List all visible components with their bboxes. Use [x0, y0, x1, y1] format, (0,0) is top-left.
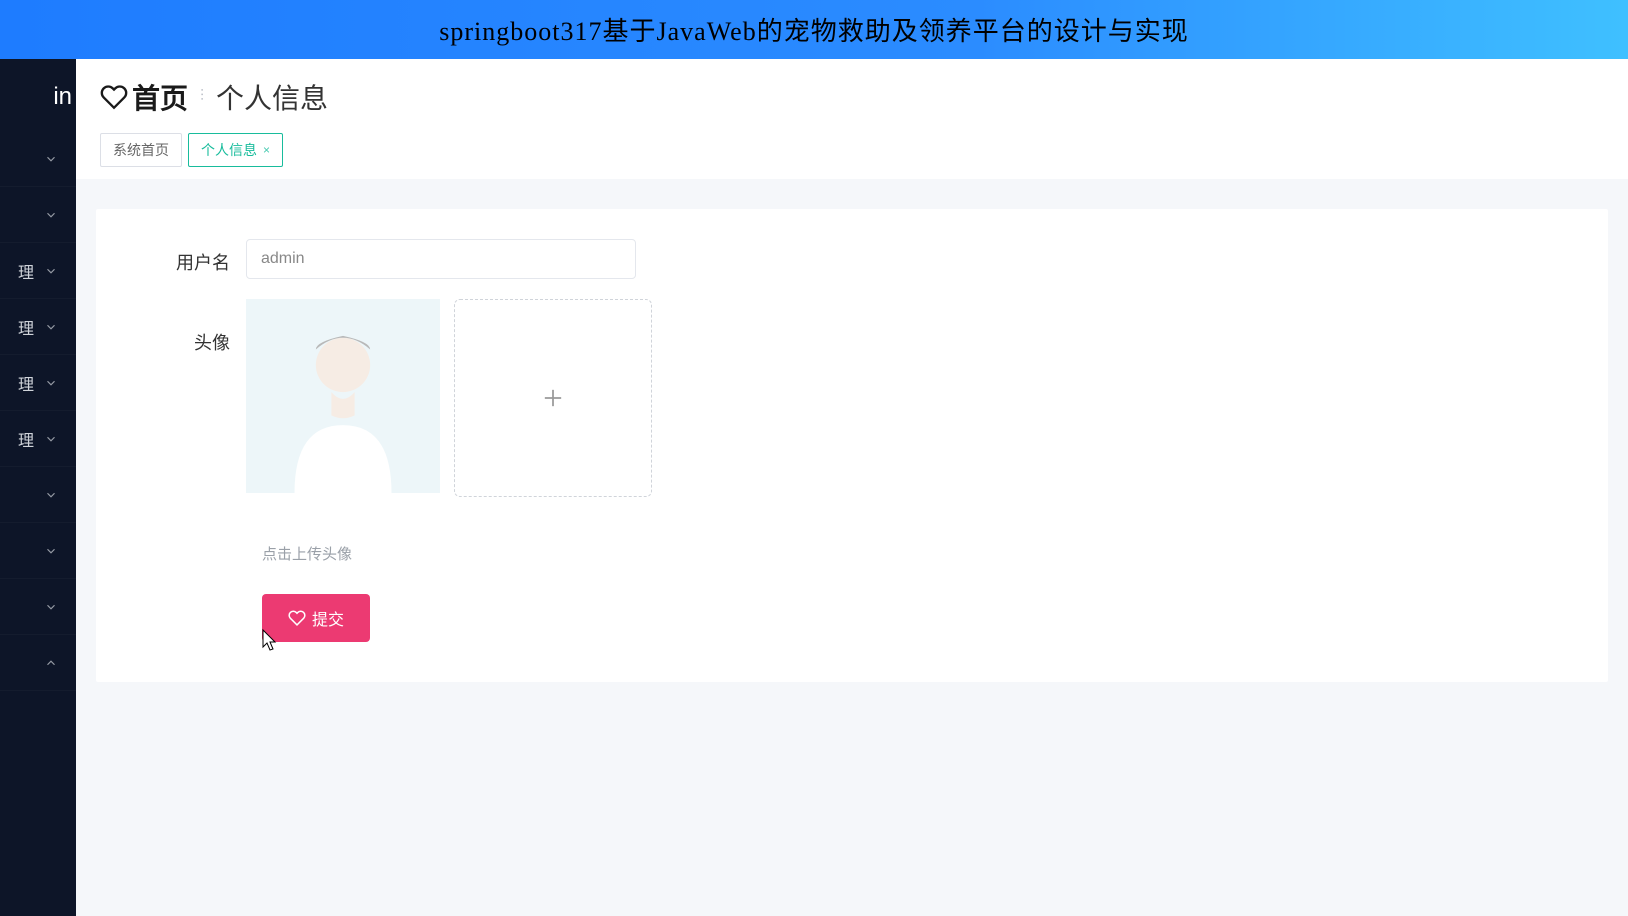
- tabs: 系统首页 个人信息 ×: [100, 133, 1604, 167]
- chevron-down-icon: [44, 488, 58, 502]
- form-row-avatar: 头像: [146, 299, 1558, 497]
- avatar-upload-box[interactable]: [454, 299, 652, 497]
- sidebar-brand: in: [0, 59, 76, 131]
- chevron-down-icon: [44, 152, 58, 166]
- sidebar-item-2[interactable]: 理: [0, 243, 76, 299]
- main-header: 首页 ⫶ 个人信息 系统首页 个人信息 ×: [76, 59, 1628, 179]
- chevron-down-icon: [44, 320, 58, 334]
- avatar-preview[interactable]: [246, 299, 440, 493]
- heart-icon: [288, 609, 306, 627]
- chevron-down-icon: [44, 544, 58, 558]
- username-input[interactable]: [246, 239, 636, 279]
- banner-title: springboot317基于JavaWeb的宠物救助及领养平台的设计与实现: [439, 11, 1188, 48]
- content-area: 用户名 头像: [76, 179, 1628, 916]
- avatar-placeholder-icon: [246, 299, 440, 493]
- sidebar-item-label: 理: [18, 427, 34, 451]
- avatar-label: 头像: [146, 299, 246, 355]
- sidebar-brand-text: in: [53, 83, 72, 110]
- sidebar-item-label: 理: [18, 371, 34, 395]
- tab-label: 系统首页: [113, 140, 169, 160]
- breadcrumb-home[interactable]: 首页: [100, 77, 188, 117]
- breadcrumb-current: 个人信息: [216, 77, 328, 117]
- heart-icon: [100, 83, 128, 111]
- sidebar-item-3[interactable]: 理: [0, 299, 76, 355]
- submit-button-label: 提交: [312, 606, 344, 630]
- upload-hint: 点击上传头像: [262, 543, 1558, 564]
- chevron-up-icon: [44, 656, 58, 670]
- breadcrumb: 首页 ⫶ 个人信息: [100, 77, 1604, 117]
- tab-label: 个人信息: [201, 140, 257, 160]
- sidebar: in 理理理理: [0, 59, 76, 916]
- sidebar-item-8[interactable]: [0, 579, 76, 635]
- plus-icon: [539, 384, 567, 412]
- app-banner: springboot317基于JavaWeb的宠物救助及领养平台的设计与实现: [0, 0, 1628, 59]
- sidebar-item-label: 理: [18, 315, 34, 339]
- tab-0[interactable]: 系统首页: [100, 133, 182, 167]
- form-card: 用户名 头像: [96, 209, 1608, 682]
- sidebar-item-1[interactable]: [0, 187, 76, 243]
- form-row-username: 用户名: [146, 239, 1558, 279]
- sidebar-item-4[interactable]: 理: [0, 355, 76, 411]
- chevron-down-icon: [44, 432, 58, 446]
- chevron-down-icon: [44, 376, 58, 390]
- chevron-down-icon: [44, 600, 58, 614]
- sidebar-item-7[interactable]: [0, 523, 76, 579]
- sidebar-item-0[interactable]: [0, 131, 76, 187]
- sidebar-menu: 理理理理: [0, 131, 76, 916]
- main-content: 首页 ⫶ 个人信息 系统首页 个人信息 × 用户名 头像: [76, 59, 1628, 916]
- close-icon[interactable]: ×: [263, 143, 270, 157]
- submit-button[interactable]: 提交: [262, 594, 370, 642]
- chevron-down-icon: [44, 264, 58, 278]
- tab-1[interactable]: 个人信息 ×: [188, 133, 283, 167]
- breadcrumb-separator: ⫶: [200, 88, 204, 106]
- sidebar-item-9[interactable]: [0, 635, 76, 691]
- chevron-down-icon: [44, 208, 58, 222]
- username-label: 用户名: [146, 239, 246, 275]
- sidebar-item-5[interactable]: 理: [0, 411, 76, 467]
- sidebar-item-6[interactable]: [0, 467, 76, 523]
- breadcrumb-home-text: 首页: [132, 77, 188, 117]
- sidebar-item-label: 理: [18, 259, 34, 283]
